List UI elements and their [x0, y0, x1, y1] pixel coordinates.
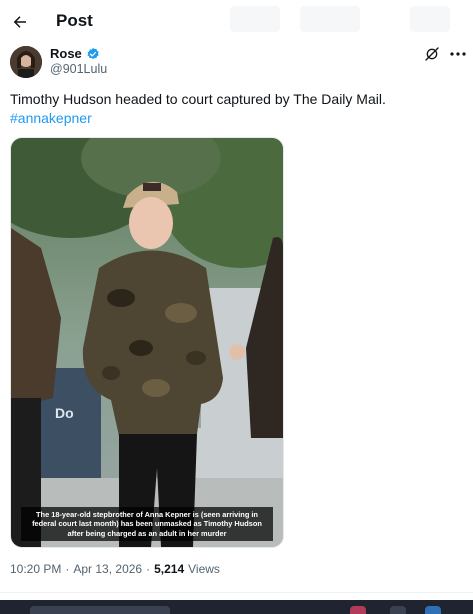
blurred-background-element: [300, 6, 360, 32]
arrow-left-icon: [13, 16, 26, 28]
views-count: 5,214: [154, 562, 185, 576]
divider: [0, 592, 473, 593]
back-button[interactable]: [10, 12, 30, 32]
verified-badge-icon: [87, 47, 99, 59]
hashtag-link[interactable]: #annakepner: [10, 109, 460, 128]
separator: ·: [65, 562, 70, 576]
tweet-text: Timothy Hudson headed to court captured …: [10, 90, 460, 128]
taskbar-search-box[interactable]: [30, 606, 170, 614]
taskbar-app-icon[interactable]: [425, 606, 441, 614]
author-name[interactable]: Rose: [50, 46, 82, 61]
author-name-row: Rose: [50, 46, 100, 61]
post-time[interactable]: 10:20 PM: [10, 562, 61, 576]
post-metadata: 10:20 PM · Apr 13, 2026 · 5,214 Views: [10, 562, 220, 576]
sign-text: Do: [55, 405, 74, 421]
taskbar-app-icon[interactable]: [390, 606, 406, 614]
photo-caption: The 18-year-old stepbrother of Anna Kepn…: [21, 506, 273, 541]
tweet-photo[interactable]: Do The 18-year-old stepbrother of Anna K…: [10, 137, 284, 548]
post-date[interactable]: Apr 13, 2026: [73, 562, 142, 576]
more-options-icon[interactable]: [449, 46, 467, 62]
views-label: Views: [188, 562, 220, 576]
separator: ·: [146, 562, 151, 576]
top-bar: Post: [0, 0, 473, 44]
author-handle[interactable]: @901Lulu: [50, 62, 107, 76]
blurred-background-element: [230, 6, 280, 32]
page-title: Post: [56, 11, 93, 30]
avatar[interactable]: [10, 46, 42, 78]
blurred-background-element: [410, 6, 450, 32]
taskbar-app-icon[interactable]: [350, 606, 366, 614]
grok-icon[interactable]: [424, 46, 440, 62]
tweet-body: Timothy Hudson headed to court captured …: [10, 91, 386, 107]
photo-illustration: Do: [11, 138, 283, 547]
